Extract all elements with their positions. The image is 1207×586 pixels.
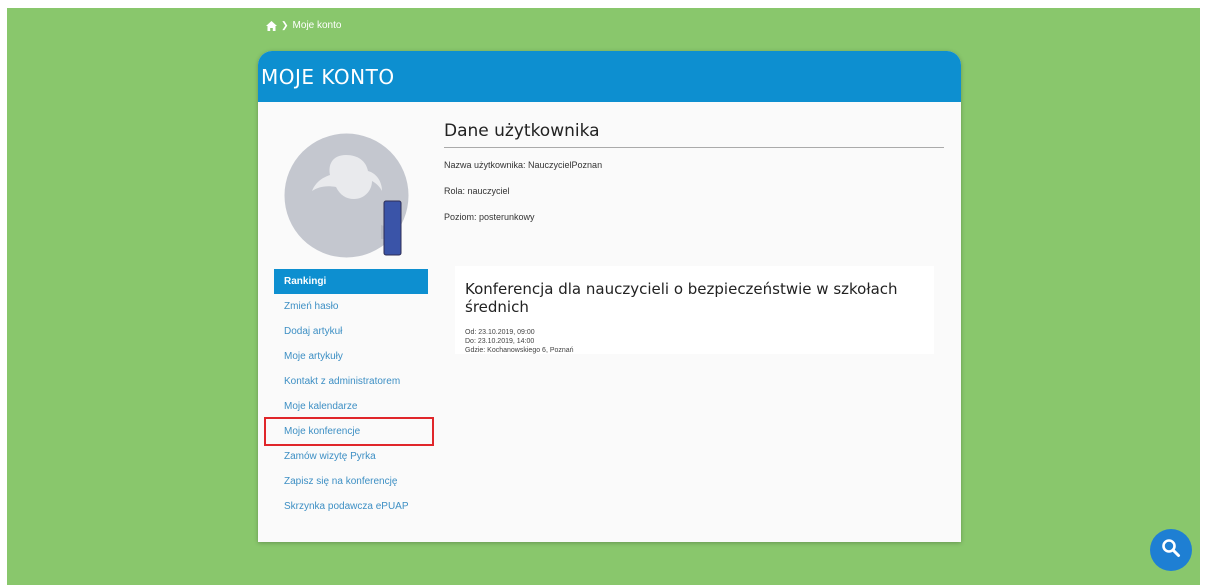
- role-line: Rola: nauczyciel: [444, 186, 510, 196]
- username-line: Nazwa użytkownika: NauczycielPoznan: [444, 160, 603, 170]
- breadcrumb-current[interactable]: Moje konto: [293, 20, 342, 31]
- conference-to: Do: 23.10.2019, 14:00: [465, 338, 535, 345]
- sidebar-item-zmien-haslo[interactable]: Zmień hasło: [274, 294, 428, 319]
- sidebar-item-rankingi[interactable]: Rankingi: [274, 269, 428, 294]
- sidebar-item-moje-artykuly[interactable]: Moje artykuły: [274, 344, 428, 369]
- sidebar-item-zamow-wizyte[interactable]: Zamów wizytę Pyrka: [274, 444, 428, 469]
- search-button[interactable]: [1150, 529, 1192, 571]
- breadcrumb: ❯ Moje konto: [266, 20, 341, 31]
- sidebar-nav: Rankingi Zmień hasło Dodaj artykuł Moje …: [264, 269, 434, 519]
- conference-card[interactable]: Konferencja dla nauczycieli o bezpieczeń…: [455, 266, 934, 354]
- sidebar-item-skrzynka-epuap[interactable]: Skrzynka podawcza ePUAP: [274, 494, 428, 519]
- account-card: MOJE KONTO Rankingi Zmień hasło Dodaj ar…: [258, 51, 961, 542]
- home-icon[interactable]: [266, 20, 277, 31]
- level-line: Poziom: posterunkowy: [444, 212, 535, 222]
- sidebar-item-moje-konferencje[interactable]: Moje konferencje: [264, 417, 434, 446]
- search-icon: [1161, 538, 1181, 563]
- user-data-section: Dane użytkownika Nazwa użytkownika: Nauc…: [444, 121, 944, 222]
- sidebar-item-zapisz-sie[interactable]: Zapisz się na konferencję: [274, 469, 428, 494]
- sidebar-item-kontakt[interactable]: Kontakt z administratorem: [274, 369, 428, 394]
- section-title: Dane użytkownika: [444, 121, 944, 148]
- conference-where: Gdzie: Kochanowskiego 6, Poznań: [465, 347, 574, 354]
- conference-from: Od: 23.10.2019, 09:00: [465, 329, 535, 336]
- sidebar-item-moje-kalendarze[interactable]: Moje kalendarze: [274, 394, 428, 419]
- page-title: MOJE KONTO: [258, 51, 961, 102]
- avatar: [284, 133, 409, 258]
- conference-details: Od: 23.10.2019, 09:00 Do: 23.10.2019, 14…: [465, 328, 924, 355]
- conference-title[interactable]: Konferencja dla nauczycieli o bezpieczeń…: [465, 280, 924, 316]
- chevron-right-icon: ❯: [281, 20, 289, 30]
- sidebar-item-dodaj-artykul[interactable]: Dodaj artykuł: [274, 319, 428, 344]
